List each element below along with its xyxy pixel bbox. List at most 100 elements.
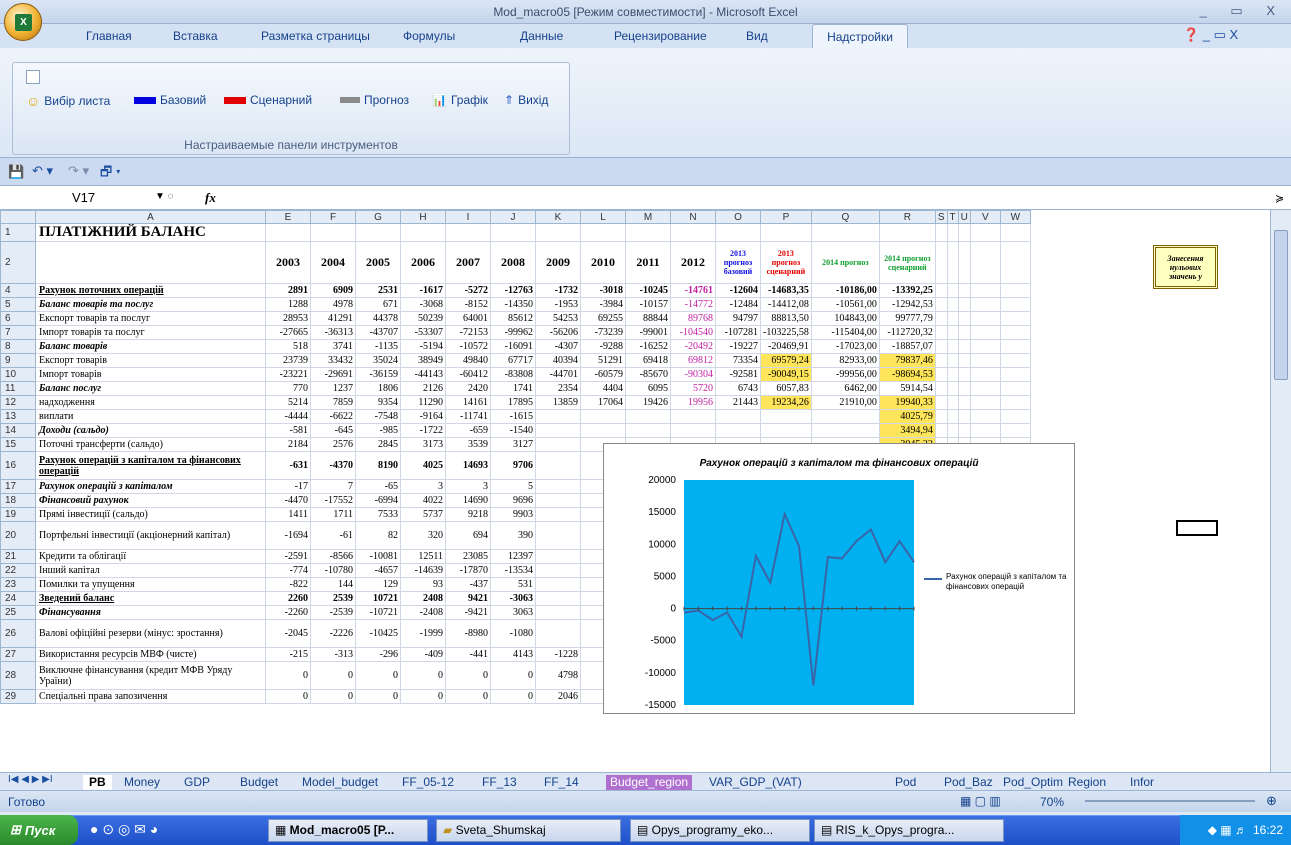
data-cell[interactable]: -9288 bbox=[580, 339, 626, 354]
data-cell[interactable]: 104843,00 bbox=[810, 311, 880, 326]
data-cell[interactable]: -7548 bbox=[355, 409, 401, 424]
row-label[interactable]: Імпорт товарів та послуг bbox=[35, 325, 266, 340]
row-number[interactable]: 16 bbox=[0, 451, 36, 480]
forecast-button[interactable]: Прогноз bbox=[340, 93, 409, 107]
data-cell[interactable]: -60579 bbox=[580, 367, 626, 382]
data-cell[interactable]: 69579,24 bbox=[760, 353, 812, 368]
row-label[interactable]: Виключне фінансування (кредит МФВ Уряду … bbox=[35, 661, 266, 690]
row-number[interactable]: 20 bbox=[0, 521, 36, 550]
cell[interactable] bbox=[946, 367, 959, 382]
data-cell[interactable]: -2045 bbox=[265, 619, 311, 648]
cell[interactable] bbox=[957, 423, 971, 438]
data-cell[interactable]: 2576 bbox=[310, 437, 356, 452]
data-cell[interactable]: -16091 bbox=[490, 339, 536, 354]
data-cell[interactable] bbox=[535, 409, 581, 424]
vertical-scrollbar[interactable] bbox=[1270, 210, 1291, 772]
data-cell[interactable]: -4307 bbox=[535, 339, 581, 354]
data-cell[interactable] bbox=[810, 409, 880, 424]
data-cell[interactable]: -12763 bbox=[490, 283, 536, 298]
cell[interactable] bbox=[670, 223, 716, 242]
row-label[interactable]: Помилки та упущення bbox=[35, 577, 266, 592]
data-cell[interactable]: 144 bbox=[310, 577, 356, 592]
data-cell[interactable]: 3494,94 bbox=[878, 423, 936, 438]
data-cell[interactable]: 0 bbox=[445, 661, 491, 690]
data-cell[interactable]: 0 bbox=[400, 661, 446, 690]
data-cell[interactable]: 4025 bbox=[400, 451, 446, 480]
cell[interactable] bbox=[934, 311, 948, 326]
data-cell[interactable]: 5737 bbox=[400, 507, 446, 522]
office-button[interactable]: X bbox=[4, 3, 42, 41]
data-cell[interactable]: -36159 bbox=[355, 367, 401, 382]
data-cell[interactable]: 14693 bbox=[445, 451, 491, 480]
data-cell[interactable]: -112720,32 bbox=[878, 325, 936, 340]
data-cell[interactable]: -6994 bbox=[355, 493, 401, 508]
data-cell[interactable]: -12484 bbox=[715, 297, 761, 312]
select-sheet-button[interactable]: ☺ Вибір листа bbox=[26, 93, 110, 109]
data-cell[interactable] bbox=[810, 423, 880, 438]
data-cell[interactable]: 694 bbox=[445, 521, 491, 550]
data-cell[interactable]: 5914,54 bbox=[878, 381, 936, 396]
data-cell[interactable]: -1080 bbox=[490, 619, 536, 648]
row-label[interactable]: Фінансовий рахунок bbox=[35, 493, 266, 508]
column-header[interactable]: L bbox=[580, 210, 626, 224]
sheet-tab-ff_05-12[interactable]: FF_05-12 bbox=[402, 775, 454, 790]
data-cell[interactable]: -1732 bbox=[535, 283, 581, 298]
data-cell[interactable]: 19940,33 bbox=[878, 395, 936, 410]
sheet-tab-budget[interactable]: Budget bbox=[240, 775, 278, 790]
data-cell[interactable] bbox=[535, 605, 581, 620]
row-number[interactable]: 5 bbox=[0, 297, 36, 312]
row-number[interactable]: 19 bbox=[0, 507, 36, 522]
data-cell[interactable] bbox=[535, 619, 581, 648]
data-cell[interactable]: -14412,08 bbox=[760, 297, 812, 312]
cell[interactable] bbox=[999, 283, 1031, 298]
data-cell[interactable]: -10721 bbox=[355, 605, 401, 620]
data-cell[interactable]: 6095 bbox=[625, 381, 671, 396]
data-cell[interactable] bbox=[715, 423, 761, 438]
exit-button[interactable]: ⇑ Вихід bbox=[504, 93, 548, 107]
data-cell[interactable]: -1694 bbox=[265, 521, 311, 550]
data-cell[interactable]: 0 bbox=[445, 689, 491, 704]
data-cell[interactable]: 23085 bbox=[445, 549, 491, 564]
data-cell[interactable]: 88844 bbox=[625, 311, 671, 326]
data-cell[interactable]: -99956,00 bbox=[810, 367, 880, 382]
data-cell[interactable]: 1741 bbox=[490, 381, 536, 396]
row-number[interactable]: 10 bbox=[0, 367, 36, 382]
data-cell[interactable]: 2420 bbox=[445, 381, 491, 396]
data-cell[interactable]: 9706 bbox=[490, 451, 536, 480]
row-label[interactable]: Експорт товарів bbox=[35, 353, 266, 368]
cell[interactable] bbox=[957, 367, 971, 382]
column-header[interactable]: T bbox=[946, 210, 959, 224]
data-cell[interactable]: -1999 bbox=[400, 619, 446, 648]
cell[interactable] bbox=[934, 223, 948, 242]
data-cell[interactable]: -20469,91 bbox=[760, 339, 812, 354]
cell[interactable] bbox=[969, 353, 1001, 368]
row-number[interactable]: 7 bbox=[0, 325, 36, 340]
cell[interactable] bbox=[969, 283, 1001, 298]
row-number[interactable]: 23 bbox=[0, 577, 36, 592]
row-number[interactable]: 2 bbox=[0, 241, 36, 284]
data-cell[interactable]: 23739 bbox=[265, 353, 311, 368]
row-label[interactable]: Портфельні інвестиції (акціонерний капіт… bbox=[35, 521, 266, 550]
data-cell[interactable]: -3018 bbox=[580, 283, 626, 298]
tab-view[interactable]: Вид bbox=[746, 29, 768, 43]
cell[interactable] bbox=[35, 241, 266, 284]
data-cell[interactable]: 1288 bbox=[265, 297, 311, 312]
row-number[interactable]: 18 bbox=[0, 493, 36, 508]
cell[interactable] bbox=[957, 241, 971, 284]
data-cell[interactable]: -3068 bbox=[400, 297, 446, 312]
data-cell[interactable]: -6622 bbox=[310, 409, 356, 424]
data-cell[interactable]: 4404 bbox=[580, 381, 626, 396]
data-cell[interactable] bbox=[715, 409, 761, 424]
column-header[interactable]: M bbox=[625, 210, 671, 224]
data-cell[interactable]: -92581 bbox=[715, 367, 761, 382]
cell[interactable] bbox=[999, 325, 1031, 340]
data-cell[interactable]: -10245 bbox=[625, 283, 671, 298]
data-cell[interactable]: 79837,46 bbox=[878, 353, 936, 368]
cell[interactable] bbox=[969, 241, 1001, 284]
data-cell[interactable]: -2260 bbox=[265, 605, 311, 620]
data-cell[interactable]: 2046 bbox=[535, 689, 581, 704]
data-cell[interactable]: 390 bbox=[490, 521, 536, 550]
cell[interactable] bbox=[999, 409, 1031, 424]
cell[interactable] bbox=[999, 353, 1031, 368]
cell[interactable] bbox=[934, 423, 948, 438]
